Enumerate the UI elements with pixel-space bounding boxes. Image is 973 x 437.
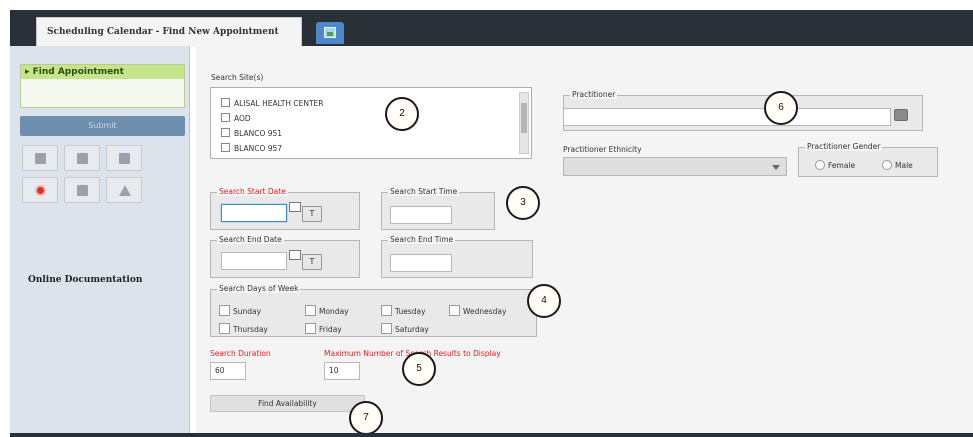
day-checkbox-saturday[interactable]: Saturday (381, 323, 429, 334)
end-date-input[interactable] (221, 252, 287, 270)
day-checkbox-wednesday[interactable]: Wednesday (449, 305, 506, 316)
top-bar: Scheduling Calendar - Find New Appointme… (0, 0, 973, 47)
callout-7: 7 (349, 401, 383, 435)
printer-icon[interactable] (64, 145, 100, 171)
search-sites-label: Search Site(s) (211, 73, 264, 82)
tab-scheduling-calendar[interactable]: Scheduling Calendar - Find New Appointme… (36, 17, 302, 47)
sidebar-toolbar (22, 145, 182, 207)
callout-3: 3 (506, 186, 540, 220)
day-checkbox-monday[interactable]: Monday (305, 305, 349, 316)
end-date-label: Search End Date (217, 235, 284, 244)
duration-label: Search Duration (210, 349, 271, 358)
gender-radio-male[interactable]: Male (882, 160, 913, 170)
site-item[interactable]: BLANCO 957 (221, 143, 282, 153)
end-time-label: Search End Time (388, 235, 456, 244)
day-checkbox-sunday[interactable]: Sunday (219, 305, 261, 316)
days-of-week-label: Search Days of Week (217, 284, 301, 293)
site-item[interactable]: ALISAL HEALTH CENTER (221, 98, 324, 108)
calendar-icon[interactable] (289, 250, 301, 260)
callout-2: 2 (385, 97, 419, 131)
sites-scrollbar[interactable] (519, 92, 529, 154)
search-sites-list[interactable]: ALISAL HEALTH CENTER AOD BLANCO 951 BLAN… (210, 87, 532, 159)
submit-button[interactable]: Submit (20, 116, 185, 136)
day-checkbox-friday[interactable]: Friday (305, 323, 342, 334)
start-date-input[interactable] (221, 204, 287, 222)
cancel-icon[interactable] (22, 177, 58, 203)
document-icon[interactable] (106, 145, 142, 171)
callout-4: 4 (527, 284, 561, 318)
callout-6: 6 (764, 91, 798, 125)
find-availability-button[interactable]: Find Availability (210, 395, 365, 412)
end-today-button[interactable]: T (302, 254, 322, 270)
practitioner-label: Practitioner (570, 90, 618, 99)
practitioner-input[interactable] (563, 108, 891, 126)
bottom-border (10, 433, 973, 437)
online-documentation-link[interactable]: Online Documentation (28, 275, 142, 285)
callout-5: 5 (402, 352, 436, 386)
site-item[interactable]: AOD (221, 113, 251, 123)
people-icon[interactable] (64, 177, 100, 203)
ethnicity-label: Practitioner Ethnicity (563, 145, 642, 154)
end-time-input[interactable] (390, 254, 452, 272)
site-item[interactable]: BLANCO 951 (221, 128, 282, 138)
ethnicity-select[interactable] (563, 157, 787, 176)
start-date-label: Search Start Date (217, 187, 288, 196)
day-checkbox-thursday[interactable]: Thursday (219, 323, 268, 334)
start-today-button[interactable]: T (302, 206, 322, 222)
star-icon[interactable] (106, 177, 142, 203)
find-appointment-label: Find Appointment (32, 67, 124, 77)
duration-input[interactable]: 60 (210, 362, 246, 380)
start-time-input[interactable] (390, 206, 452, 224)
print-icon[interactable] (22, 145, 58, 171)
day-checkbox-tuesday[interactable]: Tuesday (381, 305, 426, 316)
image-icon[interactable] (316, 22, 344, 44)
lookup-icon[interactable] (894, 109, 908, 121)
start-time-label: Search Start Time (388, 187, 460, 196)
find-appointment-panel[interactable]: ▸ Find Appointment (20, 64, 185, 108)
calendar-icon[interactable] (289, 202, 301, 212)
find-appointment-header[interactable]: ▸ Find Appointment (21, 65, 184, 79)
gender-label: Practitioner Gender (805, 142, 883, 151)
gender-radio-female[interactable]: Female (815, 160, 855, 170)
tab-label: Scheduling Calendar - Find New Appointme… (47, 27, 279, 37)
chevron-down-icon (772, 165, 780, 170)
max-results-input[interactable]: 10 (324, 362, 360, 380)
